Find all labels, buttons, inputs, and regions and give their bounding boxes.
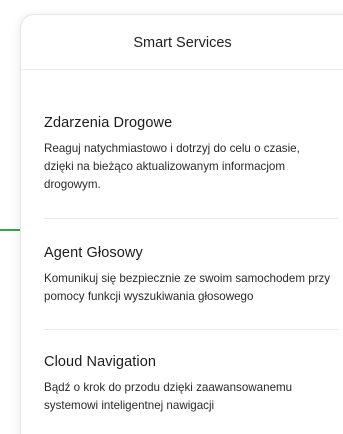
service-title: Cloud Navigation <box>44 354 157 370</box>
service-description: Reaguj natychmiastowo i dotrzyj do celu … <box>44 142 300 191</box>
service-description: Bądź o krok do przodu dzięki zaawansowan… <box>44 381 293 412</box>
smart-services-card: Smart Services Zdarzenia Drogowe Reaguj … <box>20 14 343 434</box>
service-title: Zdarzenia Drogowe <box>44 115 173 131</box>
card-header: Smart Services <box>21 15 343 70</box>
service-item-zdarzenia-drogowe[interactable]: Zdarzenia Drogowe Reaguj natychmiastowo … <box>21 115 338 194</box>
service-item-cloud-navigation[interactable]: Cloud Navigation Bądź o krok do przodu d… <box>21 354 338 415</box>
connector-line <box>0 229 20 231</box>
divider <box>44 218 338 219</box>
service-item-agent-glosowy[interactable]: Agent Głosowy Komunikuj się bezpiecznie … <box>21 245 338 306</box>
service-title: Agent Głosowy <box>44 245 143 261</box>
service-description: Komunikuj się bezpiecznie ze swoim samoc… <box>44 272 331 303</box>
divider <box>44 329 338 330</box>
stage: Smart Services Zdarzenia Drogowe Reaguj … <box>0 0 343 434</box>
card-title: Smart Services <box>133 35 232 51</box>
